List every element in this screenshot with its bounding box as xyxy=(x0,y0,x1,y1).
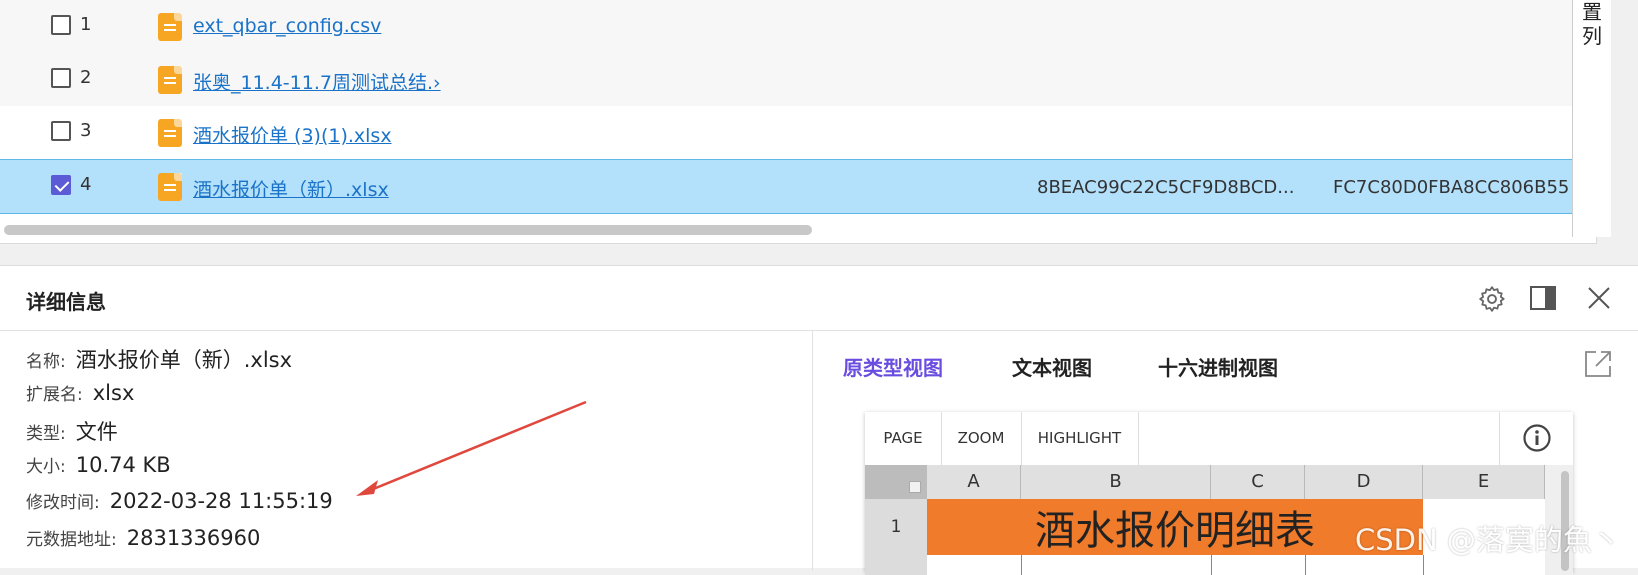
prop-name: 名称: 酒水报价单（新）.xlsx xyxy=(26,348,293,372)
row-checkbox[interactable] xyxy=(51,121,71,141)
column-header: A xyxy=(927,465,1021,499)
merged-title-cell: 酒水报价明细表 xyxy=(927,499,1423,555)
table-row-selected[interactable]: 4 酒水报价单（新）.xlsx 8BEAC99C22C5CF9D8BCD... … xyxy=(0,159,1596,214)
prop-size: 大小: 10.74 KB xyxy=(26,453,171,477)
header-divider xyxy=(0,330,1638,331)
file-list-table: 1 ext_qbar_config.csv 2 张奥_11.4-11.7周测试总… xyxy=(0,0,1597,244)
panel-title: 详细信息 xyxy=(26,290,106,314)
close-icon[interactable] xyxy=(1585,284,1613,312)
highlight-button[interactable]: HIGHLIGHT xyxy=(1021,412,1139,465)
hash-cell: FC7C80D0FBA8CC806B55 xyxy=(1333,177,1570,198)
row-header xyxy=(865,555,927,575)
annotation-arrow xyxy=(356,400,587,496)
row-index: 4 xyxy=(80,174,92,195)
row-checkbox-checked[interactable] xyxy=(51,175,71,195)
file-name-link[interactable]: ext_qbar_config.csv xyxy=(193,15,381,37)
file-icon xyxy=(158,13,182,41)
prop-extension: 扩展名: xlsx xyxy=(26,381,135,405)
column-side-label: 置列 xyxy=(1572,0,1611,237)
file-name-link[interactable]: 酒水报价单 (3)(1).xlsx xyxy=(193,121,392,148)
row-index: 3 xyxy=(80,120,92,141)
hash-cell: 8BEAC99C22C5CF9D8BCD... xyxy=(1037,177,1295,198)
table-row[interactable]: 3 酒水报价单 (3)(1).xlsx xyxy=(0,106,1596,160)
info-icon xyxy=(1523,424,1551,452)
column-header: B xyxy=(1021,465,1211,499)
file-icon xyxy=(158,173,182,201)
tab-hex-view[interactable]: 十六进制视图 xyxy=(1158,352,1278,381)
row-checkbox[interactable] xyxy=(51,15,71,35)
column-header: C xyxy=(1211,465,1305,499)
select-all-corner[interactable] xyxy=(865,465,927,499)
prop-metadata-address: 元数据地址: 2831336960 xyxy=(26,526,261,550)
row-checkbox[interactable] xyxy=(51,68,71,88)
gear-icon[interactable] xyxy=(1477,284,1507,314)
page-button[interactable]: PAGE xyxy=(865,412,942,465)
file-name-link[interactable]: 酒水报价单（新）.xlsx xyxy=(193,175,389,202)
split-view-icon[interactable] xyxy=(1530,286,1556,310)
row-header: 1 xyxy=(865,499,927,555)
horizontal-scrollbar[interactable] xyxy=(4,225,812,235)
zoom-button[interactable]: ZOOM xyxy=(941,412,1022,465)
row-index: 2 xyxy=(80,67,92,88)
row-index: 1 xyxy=(80,14,92,35)
file-icon xyxy=(158,119,182,147)
tab-native-view[interactable]: 原类型视图 xyxy=(843,352,943,381)
column-header: D xyxy=(1305,465,1423,499)
prop-modified-time: 修改时间: 2022-03-28 11:55:19 xyxy=(26,489,333,513)
file-icon xyxy=(158,66,182,94)
info-button[interactable] xyxy=(1499,412,1574,465)
table-row[interactable]: 1 ext_qbar_config.csv xyxy=(0,0,1596,54)
column-divider xyxy=(812,331,813,571)
tab-text-view[interactable]: 文本视图 xyxy=(1012,352,1092,381)
file-name-link[interactable]: 张奥_11.4-11.7周测试总结.› xyxy=(193,68,441,95)
column-header: E xyxy=(1423,465,1545,499)
table-row[interactable]: 2 张奥_11.4-11.7周测试总结.› xyxy=(0,53,1596,107)
watermark: CSDN @落寞的魚丶 xyxy=(1355,523,1621,557)
prop-type: 类型: 文件 xyxy=(26,420,118,444)
external-link-icon[interactable] xyxy=(1583,349,1613,379)
